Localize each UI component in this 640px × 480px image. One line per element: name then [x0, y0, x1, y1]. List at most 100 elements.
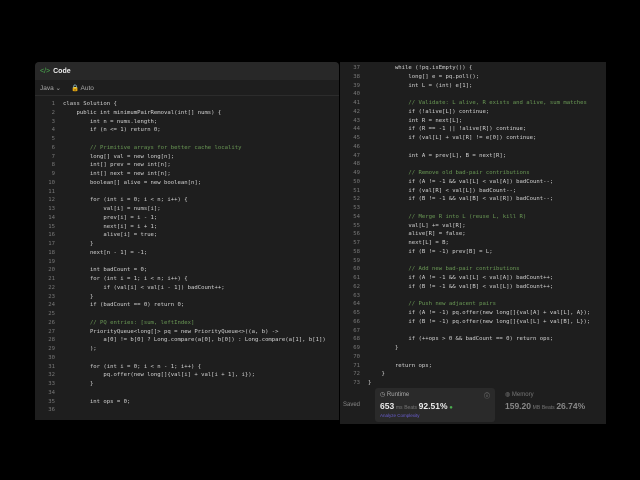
code-line: 20 int badCount = 0;: [35, 266, 339, 275]
code-line: 16 alive[i] = true;: [35, 231, 339, 240]
language-select[interactable]: Java ⌄: [40, 84, 61, 92]
code-line: 32 pq.offer(new long[]{val[i] + val[i + …: [35, 371, 339, 380]
code-text: boolean[] alive = new boolean[n];: [63, 179, 202, 186]
line-number: 24: [48, 302, 55, 309]
code-line: 35 int ops = 0;: [35, 398, 339, 407]
code-line: 42 if (!alive[L]) continue;: [340, 108, 606, 117]
line-number: 22: [48, 284, 55, 291]
code-line: 49 // Remove old bad-pair contributions: [340, 169, 606, 178]
analyze-complexity-link[interactable]: Analyze Complexity: [380, 413, 490, 418]
code-line: 60 // Add new bad-pair contributions: [340, 265, 606, 274]
code-line: 26 // PQ entries: [sum, leftIndex]: [35, 319, 339, 328]
runtime-card[interactable]: ◷ Runtime ⓘ 653 ms Beats 92.51% ● Analyz…: [375, 388, 495, 422]
line-number: 4: [51, 127, 55, 134]
code-text: alive[R] = false;: [368, 231, 466, 238]
code-text: if (B != -1) prev[B] = L;: [368, 248, 493, 255]
line-number: 29: [48, 346, 55, 352]
line-number: 58: [353, 248, 360, 255]
code-text: }: [63, 293, 94, 300]
line-number: 57: [353, 240, 360, 246]
line-number: 69: [353, 345, 360, 351]
code-line: 9 int[] next = new int[n];: [35, 170, 339, 179]
code-text: for (int i = 0; i < n - 1; i++) {: [63, 363, 202, 370]
beats-badge-icon: ●: [449, 405, 453, 411]
code-line: 38 long[] e = pq.poll();: [340, 73, 606, 82]
code-area-left[interactable]: 1 class Solution {2 public int minimumPai…: [35, 100, 339, 415]
code-text: long[] val = new long[n];: [63, 153, 175, 160]
code-line: 54 // Merge R into L (reuse L, kill R): [340, 213, 606, 222]
code-icon: </>: [40, 67, 51, 75]
auto-mode-toggle[interactable]: 🔒 Auto: [71, 84, 94, 92]
code-text: if (val[i] < val[i - 1]) badCount++;: [63, 284, 225, 291]
line-number: 21: [48, 276, 55, 282]
code-text: if (R == -1 || !alive[R]) continue;: [368, 126, 527, 133]
line-number: 2: [51, 109, 55, 116]
line-number: 8: [51, 162, 55, 169]
line-number: 63: [353, 292, 360, 299]
line-number: 54: [353, 213, 360, 220]
code-line: 31 for (int i = 0; i < n - 1; i++) {: [35, 363, 339, 372]
line-number: 17: [48, 241, 55, 247]
line-number: 15: [48, 223, 55, 230]
code-line: 15 next[i] = i + 1;: [35, 223, 339, 232]
line-number: 62: [353, 283, 360, 290]
code-text: int R = next[L];: [368, 117, 463, 124]
code-text: // Add new bad-pair contributions: [368, 266, 520, 273]
code-text: if (badCount == 0) return 0;: [63, 302, 185, 309]
code-text: while (!pq.isEmpty()) {: [368, 65, 473, 71]
code-area-right[interactable]: 37 while (!pq.isEmpty()) {38 long[] e = …: [340, 64, 606, 388]
memory-beats: 26.74%: [556, 401, 586, 411]
memory-value: 159.20: [505, 401, 531, 411]
code-text: prev[i] = i - 1;: [63, 214, 158, 221]
line-number: 39: [353, 82, 360, 89]
memory-card[interactable]: ◍ Memory 159.20 MB Beats 26.74%: [500, 388, 605, 422]
line-number: 14: [48, 214, 55, 221]
code-line: 45 if (val[L] + val[R] != e[0]) continue…: [340, 134, 606, 143]
code-line: 63: [340, 292, 606, 301]
line-number: 42: [353, 108, 360, 115]
code-text: }: [63, 241, 94, 247]
code-line: 50 if (A != -1 && val[L] < val[A]) badCo…: [340, 178, 606, 187]
line-number: 45: [353, 135, 360, 141]
code-text: next[n - 1] = -1;: [63, 249, 148, 256]
line-number: 53: [353, 205, 360, 211]
code-line: 28 a[0] != b[0] ? Long.compare(a[0], b[0…: [35, 336, 339, 345]
code-title: Code: [53, 67, 71, 75]
line-number: 51: [353, 187, 360, 194]
code-line: 3 int n = nums.length;: [35, 118, 339, 127]
code-line: 55 val[L] += val[R];: [340, 222, 606, 231]
code-line: 40: [340, 90, 606, 99]
line-number: 25: [48, 311, 55, 317]
code-text: int L = (int) e[1];: [368, 82, 473, 89]
code-line: 65 if (A != -1) pq.offer(new long[]{val[…: [340, 309, 606, 318]
line-number: 27: [48, 328, 55, 335]
line-number: 46: [353, 143, 360, 150]
line-number: 41: [353, 100, 360, 106]
code-text: int A = prev[L], B = next[R];: [368, 152, 507, 159]
line-number: 11: [48, 188, 55, 195]
code-text: if (A != -1) pq.offer(new long[]{val[A] …: [368, 310, 591, 316]
code-line: 39 int L = (int) e[1];: [340, 82, 606, 91]
code-text: if (val[R] < val[L]) badCount--;: [368, 187, 517, 194]
editor-toolbar: Java ⌄ 🔒 Auto: [35, 80, 339, 96]
line-number: 33: [48, 381, 55, 387]
line-number: 38: [353, 73, 360, 80]
code-text: class Solution {: [63, 101, 117, 107]
info-icon[interactable]: ⓘ: [484, 391, 490, 400]
code-line: 23 }: [35, 293, 339, 302]
line-number: 59: [353, 257, 360, 264]
line-number: 48: [353, 161, 360, 168]
code-text: // Remove old bad-pair contributions: [368, 170, 530, 176]
code-line: 61 if (A != -1 && val[L] < val[A]) badCo…: [340, 274, 606, 283]
code-line: 1 class Solution {: [35, 100, 339, 109]
memory-label: ◍ Memory: [505, 392, 534, 398]
code-text: return ops;: [368, 362, 432, 369]
code-line: 59: [340, 257, 606, 266]
line-number: 66: [353, 318, 360, 325]
code-text: val[L] += val[R];: [368, 222, 466, 229]
code-text: long[] e = pq.poll();: [368, 73, 480, 80]
code-text: // Merge R into L (reuse L, kill R): [368, 213, 527, 220]
line-number: 9: [51, 171, 55, 177]
code-text: int[] next = new int[n];: [63, 171, 171, 177]
code-text: if (n <= 1) return 0;: [63, 127, 161, 134]
